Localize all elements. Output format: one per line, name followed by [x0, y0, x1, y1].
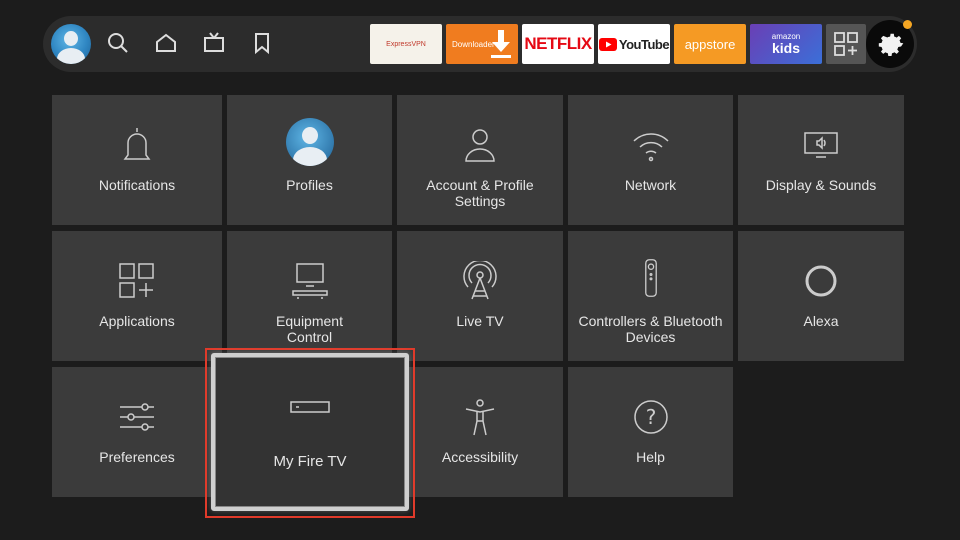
tile-account-profile-settings[interactable]: Account & Profile Settings: [397, 95, 563, 225]
tile-alexa[interactable]: Alexa: [738, 231, 904, 361]
downloader-app[interactable]: Downloader: [446, 24, 518, 64]
app-grid-icon: [834, 32, 858, 56]
user-icon: [397, 125, 563, 165]
wifi-icon: [568, 125, 733, 165]
expressvpn-app[interactable]: ExpressVPN: [370, 24, 442, 64]
netflix-app[interactable]: NETFLIX: [522, 24, 594, 64]
tile-label: Equipment Control: [276, 313, 343, 345]
youtube-play-icon: [598, 37, 617, 51]
tile-label: Applications: [99, 313, 175, 329]
tile-label: Help: [636, 449, 665, 465]
fire-tv-device-icon: [215, 401, 405, 413]
tile-network[interactable]: Network: [568, 95, 733, 225]
youtube-label: YouTube: [618, 36, 670, 52]
youtube-app[interactable]: YouTube: [598, 24, 670, 64]
downloader-label: Downloader: [452, 39, 495, 49]
tile-label: Alexa: [803, 313, 839, 329]
tile-equipment-control[interactable]: Equipment Control: [227, 231, 392, 361]
equipment-icon: [227, 261, 392, 301]
tile-live-tv[interactable]: Live TV: [397, 231, 563, 361]
tile-label: Network: [624, 177, 677, 193]
tile-label: Preferences: [99, 449, 175, 465]
tile-label: Accessibility: [441, 449, 519, 465]
tile-notifications[interactable]: Notifications: [52, 95, 222, 225]
home-icon[interactable]: [154, 31, 178, 55]
profile-avatar[interactable]: [51, 24, 91, 64]
antenna-icon: [397, 261, 563, 301]
expressvpn-label: ExpressVPN: [386, 40, 426, 48]
tile-display-sounds[interactable]: Display & Sounds: [738, 95, 904, 225]
live-tv-icon[interactable]: [202, 31, 226, 55]
accessibility-icon: [397, 397, 563, 437]
search-icon[interactable]: [106, 31, 130, 55]
tile-help[interactable]: ? Help: [568, 367, 733, 497]
tile-my-fire-tv[interactable]: My Fire TV: [211, 353, 409, 511]
kids-label: kids: [771, 40, 800, 56]
download-arrow-icon: [491, 30, 511, 58]
tile-profiles[interactable]: Profiles: [227, 95, 392, 225]
tile-controllers-bluetooth[interactable]: Controllers & Bluetooth Devices: [568, 231, 733, 361]
tile-accessibility[interactable]: Accessibility: [397, 367, 563, 497]
profile-icon: [227, 117, 392, 167]
gear-icon: [878, 33, 904, 57]
svg-text:?: ?: [645, 405, 656, 429]
bell-icon: [52, 125, 222, 165]
alexa-icon: [738, 261, 904, 301]
tile-preferences[interactable]: Preferences: [52, 367, 222, 497]
appstore-label: appstore: [684, 36, 736, 52]
appstore-app[interactable]: appstore: [674, 24, 746, 64]
netflix-label: NETFLIX: [524, 34, 592, 53]
avatar: [51, 24, 91, 64]
tile-label: Profiles: [286, 177, 333, 193]
tile-label: My Fire TV: [273, 453, 347, 470]
all-apps-button[interactable]: [826, 24, 866, 64]
tile-label: Account & Profile Settings: [426, 177, 534, 209]
help-icon: ?: [568, 397, 733, 437]
tile-label: Controllers & Bluetooth Devices: [578, 313, 723, 345]
notification-dot: [903, 20, 912, 29]
tile-applications[interactable]: Applications: [52, 231, 222, 361]
tile-label: Notifications: [98, 177, 176, 193]
tile-label: Live TV: [456, 313, 504, 329]
remote-icon: [568, 255, 733, 301]
amazon-kids-app[interactable]: amazon kids: [750, 24, 822, 64]
display-icon: [738, 125, 904, 165]
sliders-icon: [52, 397, 222, 437]
apps-icon: [52, 261, 222, 301]
watchlist-icon[interactable]: [250, 31, 274, 55]
tile-label: Display & Sounds: [765, 177, 877, 193]
